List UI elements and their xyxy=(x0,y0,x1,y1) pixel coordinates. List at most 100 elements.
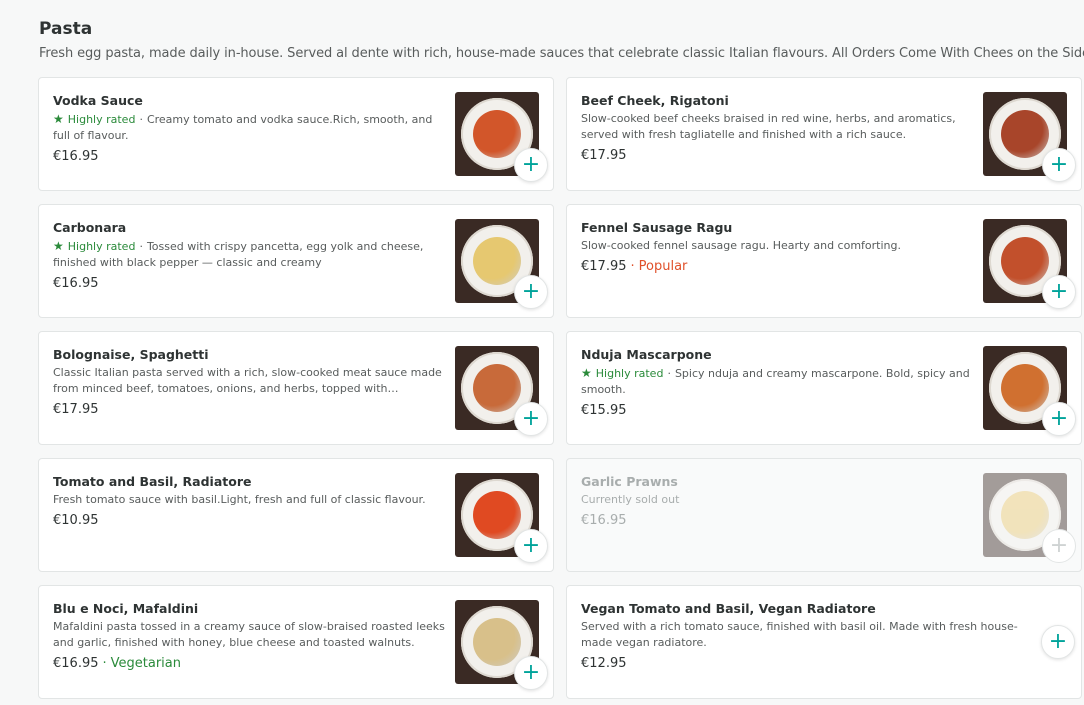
menu-item-details: Fennel Sausage Ragu Slow-cooked fennel sa… xyxy=(581,219,973,276)
menu-item-details: Vodka Sauce ★ Highly rated · Creamy tomato a… xyxy=(53,92,445,166)
pasta-shape xyxy=(1001,491,1049,539)
menu-item-description: Served with a rich tomato sauce, finishe… xyxy=(581,620,1018,649)
menu-item-price: €17.95 xyxy=(53,402,99,417)
plus-icon: + xyxy=(1048,629,1068,654)
menu-item-description-block: Classic Italian pasta served with a rich… xyxy=(53,365,445,397)
menu-item-description: Fresh tomato sauce with basil.Light, fre… xyxy=(53,493,426,506)
menu-item-name: Beef Cheek, Rigatoni xyxy=(581,93,729,108)
add-item-button[interactable]: + xyxy=(514,275,548,309)
add-item-button[interactable]: + xyxy=(514,529,548,563)
menu-item-price: €12.95 xyxy=(581,656,627,671)
separator-dot: · xyxy=(139,113,143,126)
menu-item-description-block: Slow-cooked beef cheeks braised in red w… xyxy=(581,111,973,143)
add-item-button[interactable]: + xyxy=(514,402,548,436)
star-icon: ★ xyxy=(581,366,592,380)
highly-rated-label: Highly rated xyxy=(67,240,136,253)
plus-icon: + xyxy=(1049,279,1069,304)
menu-item-price-row: €12.95 xyxy=(581,655,1041,673)
menu-item-description-block: Slow-cooked fennel sausage ragu. Hearty … xyxy=(581,238,973,254)
menu-grid: Vodka Sauce ★ Highly rated · Creamy tomato a… xyxy=(38,77,1082,699)
menu-item-name: Garlic Prawns xyxy=(581,474,678,489)
menu-item-card[interactable]: Blu e Noci, Mafaldini Mafaldini pasta tos… xyxy=(38,585,554,699)
menu-item-description: Currently sold out xyxy=(581,493,680,506)
vegetarian-tag: Vegetarian xyxy=(110,656,181,671)
add-item-button[interactable]: + xyxy=(514,148,548,182)
pasta-shape xyxy=(1001,364,1049,412)
pasta-shape xyxy=(473,364,521,412)
menu-item-price-row: €10.95 xyxy=(53,512,445,530)
menu-item-price: €16.95 xyxy=(581,513,627,528)
add-item-button[interactable]: + xyxy=(1042,148,1076,182)
menu-item-price-row: €17.95 xyxy=(581,147,973,165)
menu-item-price: €17.95 xyxy=(581,148,627,163)
menu-item-card[interactable]: Vodka Sauce ★ Highly rated · Creamy tomato a… xyxy=(38,77,554,191)
highly-rated-label: Highly rated xyxy=(595,367,664,380)
menu-item-name: Vodka Sauce xyxy=(53,93,143,108)
pasta-shape xyxy=(473,237,521,285)
menu-item-description: Slow-cooked beef cheeks braised in red w… xyxy=(581,112,956,141)
menu-item-description-block: ★ Highly rated · Creamy tomato and vodka sa… xyxy=(53,111,445,144)
pasta-shape xyxy=(473,618,521,666)
menu-item-details: Bolognaise, Spaghetti Classic Italian pas… xyxy=(53,346,445,419)
separator-dot: · xyxy=(102,656,107,671)
popular-tag: Popular xyxy=(638,259,688,274)
menu-item-card[interactable]: Bolognaise, Spaghetti Classic Italian pas… xyxy=(38,331,554,445)
menu-item-price: €15.95 xyxy=(581,403,627,418)
menu-item-name: Bolognaise, Spaghetti xyxy=(53,347,209,362)
menu-item-price: €17.95 xyxy=(581,259,627,274)
highly-rated-badge: ★ Highly rated xyxy=(53,239,136,253)
add-item-button[interactable]: + xyxy=(1042,275,1076,309)
menu-item-card[interactable]: Tomato and Basil, Radiatore Fresh tomato … xyxy=(38,458,554,572)
menu-item-details: Beef Cheek, Rigatoni Slow-cooked beef che… xyxy=(581,92,973,165)
plus-icon: + xyxy=(521,660,541,685)
star-icon: ★ xyxy=(53,239,64,253)
highly-rated-badge: ★ Highly rated xyxy=(581,366,664,380)
add-item-button[interactable]: + xyxy=(1041,625,1075,659)
menu-item-name: Tomato and Basil, Radiatore xyxy=(53,474,252,489)
menu-item-card[interactable]: Vegan Tomato and Basil, Vegan Radiatore S… xyxy=(566,585,1082,699)
separator-dot: · xyxy=(630,259,635,274)
menu-item-name: Nduja Mascarpone xyxy=(581,347,712,362)
menu-item-price-row: €15.95 xyxy=(581,402,973,420)
menu-item-name: Vegan Tomato and Basil, Vegan Radiatore xyxy=(581,601,876,616)
menu-item-price: €16.95 xyxy=(53,149,99,164)
star-icon: ★ xyxy=(53,112,64,126)
menu-item-details: Blu e Noci, Mafaldini Mafaldini pasta tos… xyxy=(53,600,445,673)
menu-item-price-row: €16.95 xyxy=(581,512,973,530)
menu-item-name: Fennel Sausage Ragu xyxy=(581,220,733,235)
menu-item-details: Tomato and Basil, Radiatore Fresh tomato … xyxy=(53,473,445,530)
menu-item-price: €16.95 xyxy=(53,656,99,671)
plus-icon: + xyxy=(1049,406,1069,431)
menu-item-name: Carbonara xyxy=(53,220,127,235)
menu-item-price-row: €17.95 · Popular xyxy=(581,258,973,276)
menu-item-details: Carbonara ★ Highly rated · Tossed with crisp… xyxy=(53,219,445,293)
menu-item-price: €10.95 xyxy=(53,513,99,528)
menu-item-description-block: Currently sold out xyxy=(581,492,973,508)
add-item-button[interactable]: + xyxy=(514,656,548,690)
menu-item-description: Slow-cooked fennel sausage ragu. Hearty … xyxy=(581,239,901,252)
menu-item-card[interactable]: Garlic Prawns Currently sold out €16.95 + xyxy=(566,458,1082,572)
menu-item-description-block: ★ Highly rated · Spicy nduja and creamy mas… xyxy=(581,365,973,398)
pasta-shape xyxy=(473,491,521,539)
plus-icon: + xyxy=(521,533,541,558)
highly-rated-badge: ★ Highly rated xyxy=(53,112,135,126)
menu-item-price-row: €16.95 · Vegetarian xyxy=(53,655,445,673)
menu-item-card[interactable]: Carbonara ★ Highly rated · Tossed with crisp… xyxy=(38,204,554,318)
menu-item-details: Garlic Prawns Currently sold out €16.95 xyxy=(581,473,973,530)
menu-item-description-block: Fresh tomato sauce with basil.Light, fre… xyxy=(53,492,445,508)
pasta-shape xyxy=(1001,110,1049,158)
add-item-button: + xyxy=(1042,529,1076,563)
menu-item-description: Mafaldini pasta tossed in a creamy sauce… xyxy=(53,620,445,649)
menu-item-details: Nduja Mascarpone ★ Highly rated · Spicy nduj… xyxy=(581,346,973,420)
menu-item-price-row: €17.95 xyxy=(53,401,445,419)
add-item-button[interactable]: + xyxy=(1042,402,1076,436)
section-description: Fresh egg pasta, made daily in-house. Se… xyxy=(39,46,1084,61)
menu-item-card[interactable]: Beef Cheek, Rigatoni Slow-cooked beef che… xyxy=(566,77,1082,191)
menu-item-price-row: €16.95 xyxy=(53,148,445,166)
separator-dot: · xyxy=(139,240,143,253)
plus-icon: + xyxy=(521,279,541,304)
menu-item-card[interactable]: Fennel Sausage Ragu Slow-cooked fennel sa… xyxy=(566,204,1082,318)
pasta-shape xyxy=(473,110,521,158)
menu-item-name: Blu e Noci, Mafaldini xyxy=(53,601,199,616)
menu-item-card[interactable]: Nduja Mascarpone ★ Highly rated · Spicy nduj… xyxy=(566,331,1082,445)
